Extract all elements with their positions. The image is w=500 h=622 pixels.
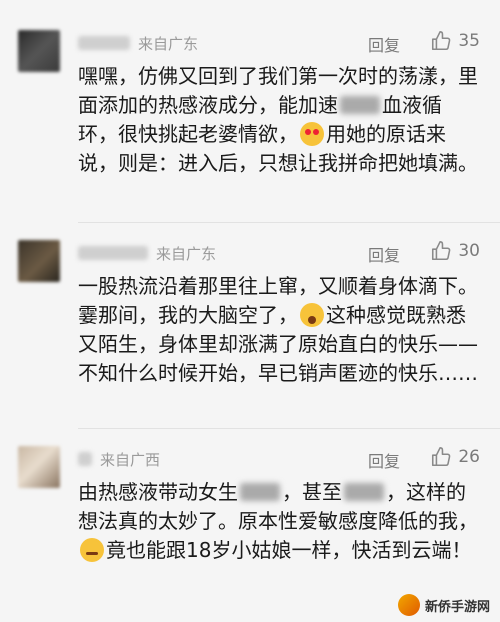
divider [78, 428, 500, 429]
thumbs-up-icon [432, 31, 451, 51]
avatar[interactable] [18, 30, 60, 72]
like-count: 35 [458, 31, 480, 51]
like-button[interactable]: 35 [430, 30, 480, 52]
comment-meta: 来自广东 [78, 32, 198, 54]
comment-meta: 来自广东 [78, 242, 216, 264]
watermark-logo-icon [397, 594, 420, 616]
comment-text: 嘿嘿，仿佛又回到了我们第一次时的荡漾，里面添加的热感液成分，能加速 血液循环，很快… [78, 64, 478, 175]
like-button[interactable]: 26 [430, 446, 480, 468]
censored-word [340, 96, 380, 114]
comment-meta: 来自广西 [78, 448, 160, 470]
thumbs-up-icon [432, 447, 451, 467]
username-blurred[interactable] [78, 36, 130, 50]
heart-eyes-emoji-icon [300, 122, 324, 146]
thinking-emoji-icon [80, 538, 104, 562]
comment-source: 来自广西 [100, 450, 161, 469]
like-count: 26 [458, 447, 480, 467]
username-blurred[interactable] [78, 246, 148, 260]
username-blurred[interactable] [78, 452, 92, 466]
surprised-emoji-icon [300, 303, 324, 327]
reply-button[interactable]: 回复 [368, 448, 400, 472]
like-button[interactable]: 30 [430, 240, 480, 262]
reply-button[interactable]: 回复 [368, 242, 400, 266]
avatar[interactable] [18, 240, 60, 282]
watermark: 新侨手游网 [397, 594, 490, 616]
comment-source: 来自广东 [138, 34, 199, 53]
censored-word [344, 483, 384, 501]
comment-text: 一股热流沿着那里往上窜，又顺着身体滴下。霎那间，我的大脑空了， 这种感觉既熟悉又陌… [78, 274, 478, 385]
thumbs-up-icon [432, 241, 451, 261]
comment-source: 来自广东 [156, 244, 217, 263]
like-count: 30 [458, 241, 480, 261]
censored-word [240, 483, 280, 501]
divider [78, 222, 500, 223]
reply-button[interactable]: 回复 [368, 32, 400, 56]
comment-text: 由热感液带动女生 ，甚至 ，这样的想法真的太妙了。原本性爱敏感度降低的我，竟也能跟1… [78, 480, 478, 562]
avatar[interactable] [18, 446, 60, 488]
